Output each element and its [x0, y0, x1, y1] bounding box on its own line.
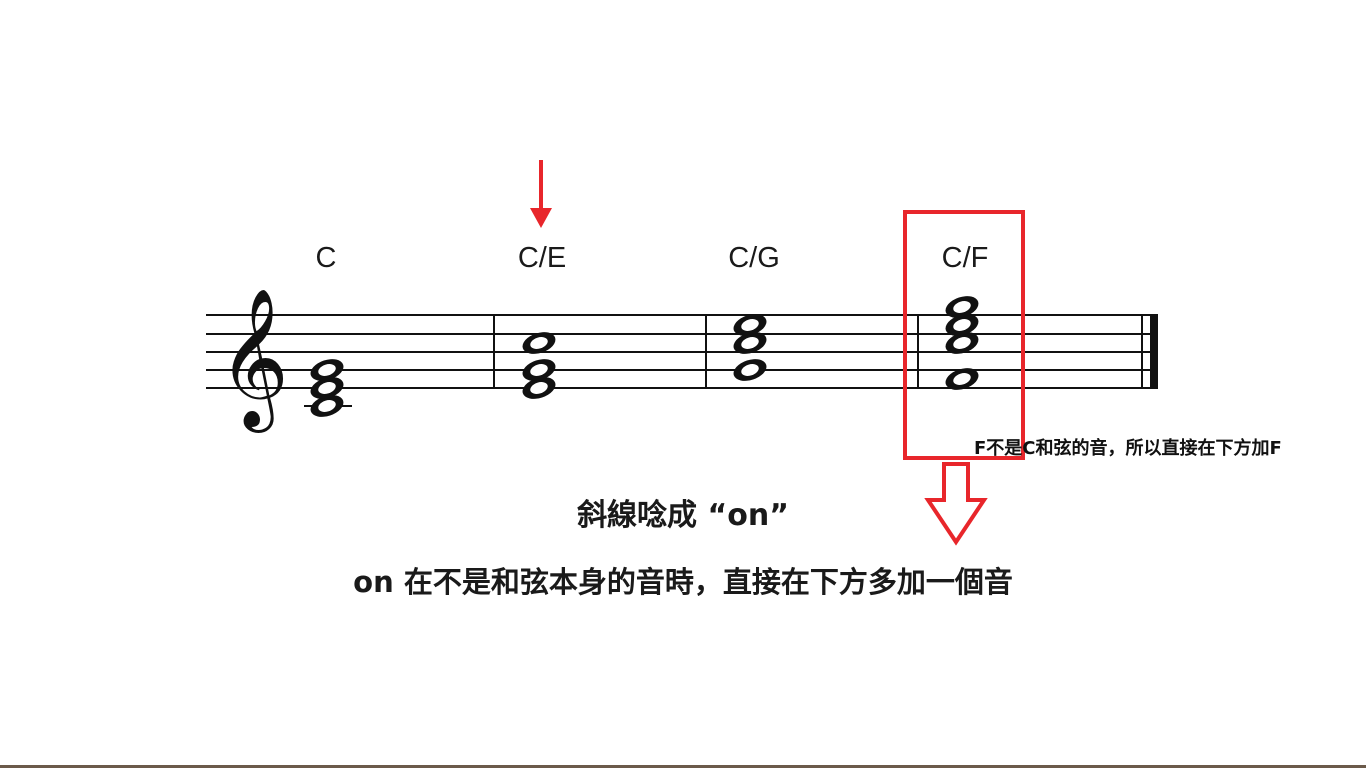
caption-on-explanation: on 在不是和弦本身的音時，直接在下方多加一個音 [353, 565, 1013, 599]
whole-note [733, 359, 767, 381]
chord-label-c-e: C/E [517, 242, 567, 274]
music-score: 𝄞 [206, 160, 1158, 546]
chord-label-c-f: C/F [941, 242, 989, 274]
chord-label-c-g: C/G [728, 242, 780, 274]
chord-c-e-notes [522, 332, 556, 399]
whole-note [522, 332, 556, 354]
caption-slash-reading: 斜線唸成 “on” [577, 498, 789, 533]
treble-clef-icon: 𝄞 [218, 288, 289, 433]
final-bar-thick [1150, 315, 1158, 389]
red-down-arrow-icon [530, 160, 552, 228]
annotation-note: F不是C和弦的音，所以直接在下方加F [974, 438, 1282, 459]
chord-label-c: C [315, 242, 337, 274]
chord-c-g-notes [733, 314, 767, 381]
slide: 𝄞 C C/E C/G C/F F不是C和弦的音，所以直接在下方加F 斜線唸成 … [0, 0, 1366, 768]
